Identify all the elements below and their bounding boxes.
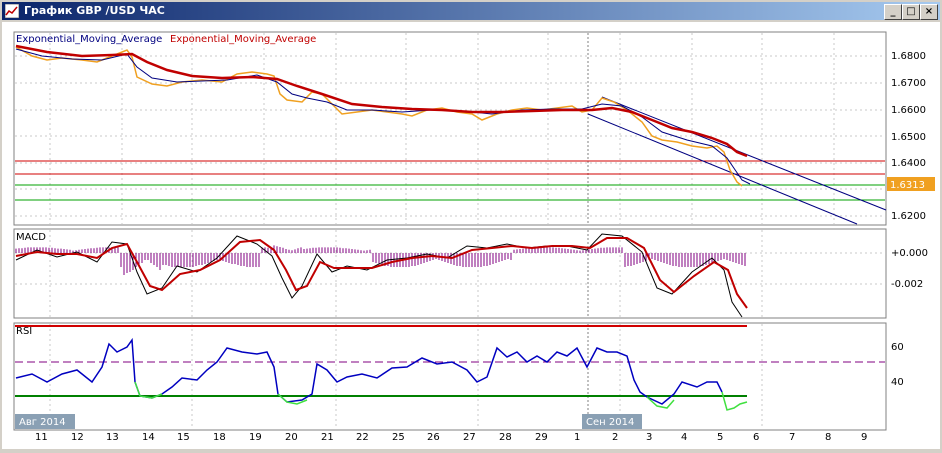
- rsi-tick-label: 60: [891, 342, 904, 353]
- chart-app-icon: [5, 4, 19, 18]
- time-axis-label: 29: [535, 432, 548, 443]
- rsi-tick-label: 40: [891, 377, 904, 388]
- minimize-button[interactable]: _: [884, 4, 902, 20]
- month-label-left: Авг 2014: [15, 414, 75, 429]
- time-axis-label: 22: [356, 432, 369, 443]
- current-price-marker: 1.6313: [887, 177, 935, 191]
- window-title: График GBP /USD ЧАС: [24, 4, 165, 17]
- time-axis-label: 6: [753, 432, 759, 443]
- price-tick-label: 1.6400: [891, 158, 926, 169]
- time-axis-label: 26: [427, 432, 440, 443]
- time-axis-label: 21: [321, 432, 334, 443]
- legend-ema-2: Exponential_Moving_Average: [170, 34, 316, 45]
- time-axis-label: 20: [285, 432, 298, 443]
- time-axis-label: 9: [861, 432, 867, 443]
- time-axis-label: 25: [392, 432, 405, 443]
- macd-tick-label: +0.000: [891, 248, 928, 259]
- time-axis-label: 28: [499, 432, 512, 443]
- time-axis-label: 12: [71, 432, 84, 443]
- svg-text:Сен 2014: Сен 2014: [586, 417, 634, 428]
- price-tick-label: 1.6700: [891, 78, 926, 89]
- time-axis-label: 15: [177, 432, 190, 443]
- time-axis-label: 4: [681, 432, 687, 443]
- time-axis-label: 18: [213, 432, 226, 443]
- legend-ema-1: Exponential_Moving_Average: [16, 34, 162, 45]
- close-button[interactable]: ×: [920, 4, 938, 20]
- chart-area[interactable]: 1.6313 Exponential_Moving_Average Expone…: [2, 22, 940, 449]
- time-axis-label: 7: [789, 432, 795, 443]
- time-axis-label: 1: [574, 432, 580, 443]
- time-axis-label: 11: [35, 432, 48, 443]
- time-axis-label: 14: [142, 432, 155, 443]
- price-panel[interactable]: 1.6313 Exponential_Moving_Average Expone…: [13, 31, 935, 226]
- macd-tick-label: -0.002: [891, 279, 923, 290]
- price-tick-label: 1.6600: [891, 105, 926, 116]
- rsi-panel[interactable]: RSI 60 40 Авг 2014 Сен 2014: [13, 322, 904, 431]
- restore-button[interactable]: □: [902, 4, 920, 20]
- title-bar[interactable]: График GBP /USD ЧАС _ □ ×: [2, 2, 940, 20]
- time-axis-label: 3: [646, 432, 652, 443]
- macd-label: MACD: [16, 232, 46, 243]
- price-tick-label: 1.6200: [891, 211, 926, 222]
- time-axis-label: 27: [463, 432, 476, 443]
- month-label-right: Сен 2014: [582, 414, 642, 429]
- time-axis-label: 19: [249, 432, 262, 443]
- time-axis-label: 13: [106, 432, 119, 443]
- chart-window: График GBP /USD ЧАС _ □ × 1.6313 Exponen…: [0, 0, 942, 451]
- price-tick-label: 1.6800: [891, 51, 926, 62]
- svg-text:1.6313: 1.6313: [890, 180, 925, 191]
- price-tick-label: 1.6500: [891, 132, 926, 143]
- time-axis-label: 5: [717, 432, 723, 443]
- time-axis-label: 8: [825, 432, 831, 443]
- time-axis: 11 12 13 14 15 18 19 20 21 22 25 26 27 28 29 1 2 3 4 5 6 7 8 9: [35, 432, 867, 443]
- rsi-label: RSI: [16, 326, 32, 337]
- time-axis-label: 2: [612, 432, 618, 443]
- svg-text:Авг 2014: Авг 2014: [19, 417, 66, 428]
- macd-panel[interactable]: MACD +0.000 -0.002: [13, 228, 928, 319]
